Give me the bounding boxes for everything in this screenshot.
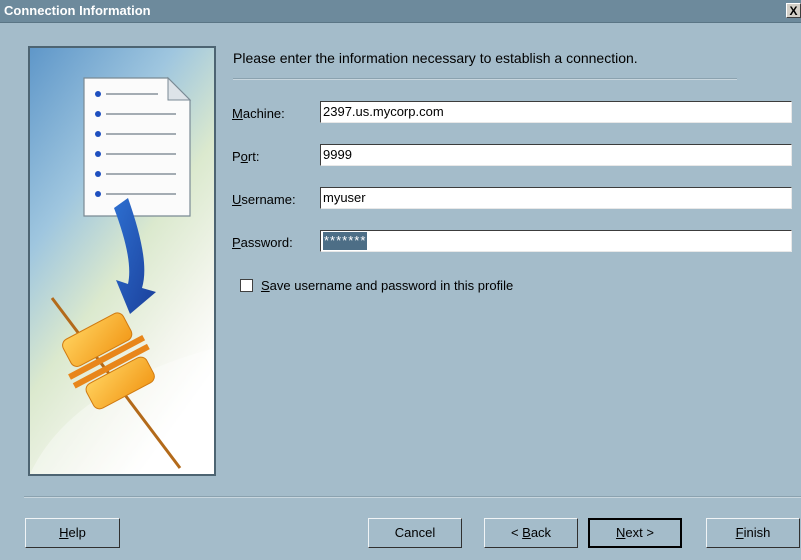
connection-illustration <box>30 48 214 474</box>
intro-text: Please enter the information necessary t… <box>233 50 638 66</box>
finish-button[interactable]: Finish <box>706 518 800 548</box>
password-label: Password: <box>232 235 293 250</box>
wizard-illustration <box>28 46 216 476</box>
password-value: ******* <box>323 232 368 250</box>
cancel-button[interactable]: Cancel <box>368 518 462 548</box>
title-bar: Connection Information X <box>0 0 801 23</box>
document-icon <box>83 76 192 217</box>
username-field[interactable]: myuser <box>320 187 792 209</box>
username-label: Username: <box>232 192 296 207</box>
port-field[interactable]: 9999 <box>320 144 792 166</box>
next-button[interactable]: Next > <box>588 518 682 548</box>
machine-field[interactable]: 2397.us.mycorp.com <box>320 101 792 123</box>
top-separator <box>233 78 737 80</box>
save-credentials-label[interactable]: Save username and password in this profi… <box>261 278 513 293</box>
port-label: Port: <box>232 149 260 164</box>
help-button[interactable]: Help <box>25 518 120 548</box>
save-credentials-checkbox[interactable] <box>240 279 253 292</box>
bottom-separator <box>24 496 801 498</box>
window-title: Connection Information <box>4 3 151 18</box>
machine-label: Machine: <box>232 106 285 121</box>
back-button[interactable]: < Back <box>484 518 578 548</box>
close-button[interactable]: X <box>786 3 801 18</box>
password-field[interactable]: ******* <box>320 230 792 252</box>
